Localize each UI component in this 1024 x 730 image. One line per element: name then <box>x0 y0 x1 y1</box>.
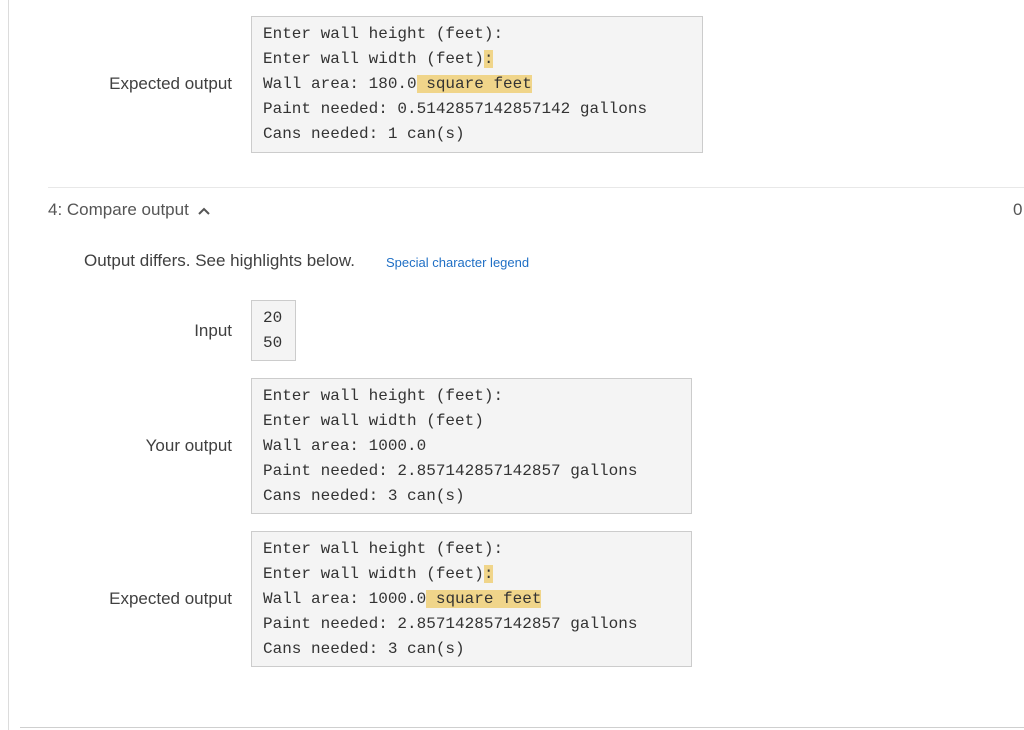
output-line: Enter wall width (feet): <box>263 50 494 68</box>
chevron-up-icon <box>197 203 211 217</box>
diff-highlight: : <box>483 50 494 68</box>
output-line: Paint needed: 0.5142857142857142 gallons <box>263 100 648 118</box>
section-divider <box>48 187 1024 188</box>
output-line: Wall area: 180.0 square feet <box>263 75 532 93</box>
output-line: Enter wall width (feet): <box>263 565 494 583</box>
output-line: Enter wall height (feet): <box>263 387 504 405</box>
input-line: 50 <box>263 334 283 352</box>
output-line: Cans needed: 1 can(s) <box>263 125 465 143</box>
test-4-header-toggle[interactable]: 4: Compare output <box>48 200 211 220</box>
output-line: Paint needed: 2.857142857142857 gallons <box>263 615 638 633</box>
input-box: 20 50 <box>251 300 296 361</box>
expected-output-box: Enter wall height (feet): Enter wall wid… <box>251 531 692 667</box>
your-output-box: Enter wall height (feet): Enter wall wid… <box>251 378 692 514</box>
input-label: Input <box>194 321 232 340</box>
output-differs-message: Output differs. See highlights below. <box>84 251 355 270</box>
diff-highlight: square feet <box>416 75 532 93</box>
output-line: Paint needed: 2.857142857142857 gallons <box>263 462 638 480</box>
expected-output-label: Expected output <box>109 589 232 608</box>
output-line: Enter wall height (feet): <box>263 540 504 558</box>
expected-output-box-prev: Enter wall height (feet): Enter wall wid… <box>251 16 703 153</box>
output-line: Enter wall width (feet) <box>263 412 484 430</box>
panel-bottom-border <box>20 727 1024 728</box>
diff-highlight: square feet <box>426 590 542 608</box>
your-output-label: Your output <box>145 436 232 455</box>
test-4-title: 4: Compare output <box>48 200 189 219</box>
output-line: Wall area: 1000.0 <box>263 437 427 455</box>
special-character-legend-link[interactable]: Special character legend <box>386 255 529 270</box>
test-4-score: 0 <box>1013 200 1023 219</box>
output-line: Cans needed: 3 can(s) <box>263 487 465 505</box>
left-border <box>8 0 9 730</box>
input-line: 20 <box>263 309 283 327</box>
diff-highlight: : <box>483 565 494 583</box>
expected-output-label-prev: Expected output <box>109 74 232 93</box>
page: Expected output Enter wall height (feet)… <box>0 0 1024 730</box>
output-line: Wall area: 1000.0 square feet <box>263 590 542 608</box>
output-line: Cans needed: 3 can(s) <box>263 640 465 658</box>
output-line: Enter wall height (feet): <box>263 25 504 43</box>
